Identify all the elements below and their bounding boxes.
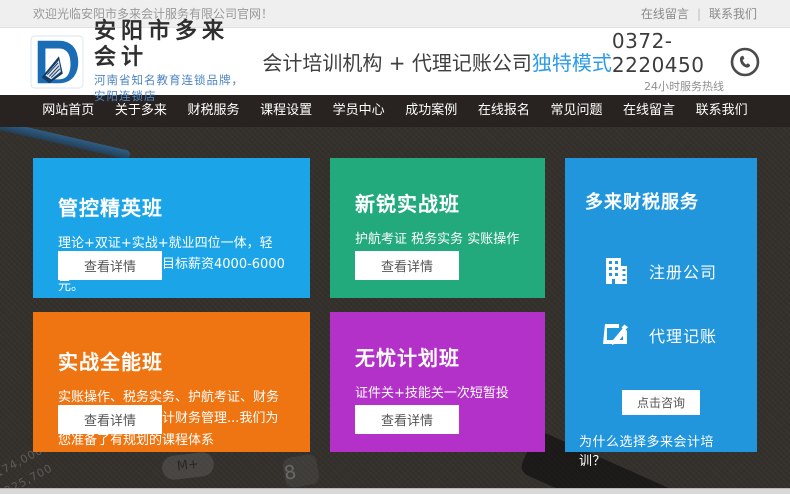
service-label: 注册公司 — [649, 259, 717, 283]
slogan-highlight: 独特模式 — [532, 51, 612, 75]
logo-book-d-icon — [30, 35, 84, 89]
nav-item-faq[interactable]: 常见问题 — [540, 95, 613, 127]
service-item-register-company[interactable]: 注册公司 — [601, 256, 737, 286]
brand-logo-link[interactable]: 安阳市多来会计 河南省知名教育连锁品牌，安阳连锁店 — [30, 19, 246, 104]
tax-services-panel: 多来财税服务 注册公司 — [565, 158, 757, 452]
topbar-link-contact[interactable]: 联系我们 — [709, 5, 757, 22]
calculator-key-8-decor: 8 — [282, 453, 321, 488]
panel-title: 多来财税服务 — [585, 188, 737, 214]
phone-hotline-label: 24小时服务热线 — [644, 78, 724, 94]
topbar-links: 在线留言 | 联系我们 — [641, 5, 757, 22]
course-card-wuyou: 无忧计划班 证件关+技能关一次短暂投资 长期无忧发展 查看详情 — [330, 312, 545, 452]
site-header: 安阳市多来会计 河南省知名教育连锁品牌，安阳连锁店 会计培训机构 + 代理记账公… — [0, 28, 790, 95]
course-card-title: 新锐实战班 — [355, 188, 520, 217]
phone-icon — [730, 47, 760, 77]
course-card-guankong: 管控精英班 理论+双证+实战+就业四位一体，轻松胜任会计工作，目标薪资4000-… — [33, 158, 310, 298]
calculator-key-mplus-decor: M+ — [161, 451, 216, 481]
brand-title: 安阳市多来会计 — [94, 19, 246, 70]
view-details-button[interactable]: 查看详情 — [355, 251, 459, 280]
nav-item-students[interactable]: 学员中心 — [322, 95, 395, 127]
nav-item-contact[interactable]: 联系我们 — [685, 95, 758, 127]
pen-photo-decor — [0, 127, 131, 160]
phone-number: 0372-2220450 — [612, 29, 724, 77]
header-slogan: 会计培训机构 + 代理记账公司独特模式 — [262, 47, 611, 76]
consult-button[interactable]: 点击咨询 — [622, 390, 700, 415]
cards-grid: 管控精英班 理论+双证+实战+就业四位一体，轻松胜任会计工作，目标薪资4000-… — [33, 158, 757, 452]
course-card-title: 无忧计划班 — [355, 342, 520, 371]
view-details-button[interactable]: 查看详情 — [58, 405, 162, 434]
phone-text: 0372-2220450 24小时服务热线 — [612, 29, 724, 94]
course-card-xinrui: 新锐实战班 护航考证 税务实务 实账操作 查看详情 — [330, 158, 545, 298]
nav-item-cases[interactable]: 成功案例 — [395, 95, 468, 127]
service-label: 代理记账 — [649, 323, 717, 347]
course-card-title: 实战全能班 — [58, 346, 285, 375]
why-choose-link[interactable]: 为什么选择多来会计培训？ — [579, 431, 737, 469]
topbar-link-guestbook[interactable]: 在线留言 — [641, 5, 689, 22]
pencil-square-icon — [601, 320, 631, 350]
brand-text: 安阳市多来会计 河南省知名教育连锁品牌，安阳连锁店 — [94, 19, 246, 104]
topbar-separator: | — [697, 7, 701, 21]
view-details-button[interactable]: 查看详情 — [58, 251, 162, 280]
nav-item-guestbook[interactable]: 在线留言 — [613, 95, 686, 127]
page-bottom-strip — [0, 488, 790, 494]
nav-item-courses[interactable]: 课程设置 — [250, 95, 323, 127]
main-section: 4,174,000 4,325,700 M+ 8 管控精英班 理论+双证+实战+… — [0, 127, 790, 488]
nav-item-signup[interactable]: 在线报名 — [468, 95, 541, 127]
view-details-button[interactable]: 查看详情 — [355, 405, 459, 434]
brand-subtitle: 河南省知名教育连锁品牌，安阳连锁店 — [94, 72, 246, 104]
building-icon — [601, 256, 631, 286]
course-card-title: 管控精英班 — [58, 192, 285, 221]
course-card-desc: 护航考证 税务实务 实账操作 — [355, 229, 520, 250]
slogan-prefix: 会计培训机构 + 代理记账公司 — [262, 51, 531, 75]
header-phone: 0372-2220450 24小时服务热线 — [612, 29, 760, 94]
course-card-shizhan: 实战全能班 实账操作、税务实务、护航考证、财务管理基础、主管会计财务管理...我… — [33, 312, 310, 452]
service-item-bookkeeping[interactable]: 代理记账 — [601, 320, 737, 350]
